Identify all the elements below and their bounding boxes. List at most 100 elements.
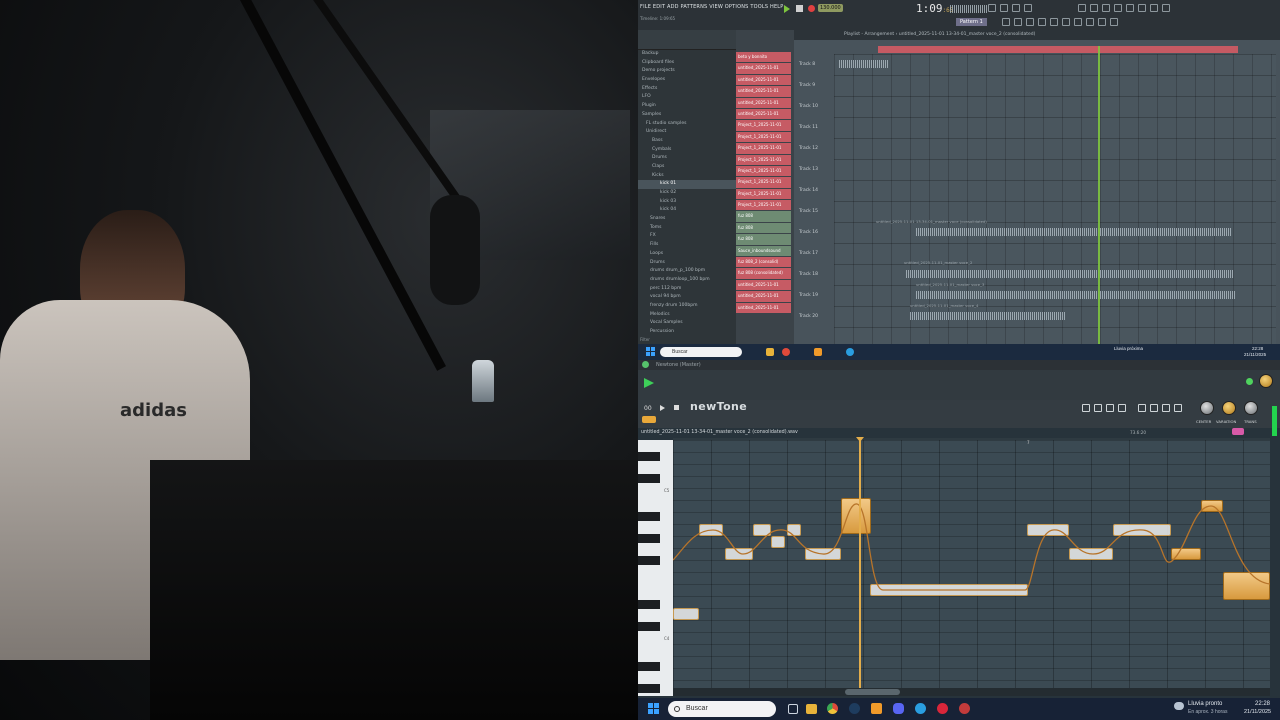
scrollbar-thumb[interactable] [845,689,900,695]
browser-item[interactable]: Drums [638,154,736,163]
piano-keyboard[interactable]: C5 C4 [638,440,673,696]
black-key[interactable] [638,622,660,631]
toolbar-icon[interactable] [1098,18,1106,26]
channel-button[interactable]: untitled_2025-11-01 [736,97,791,108]
tool-icon[interactable] [1138,404,1146,412]
browser-item[interactable]: Unidirect [638,128,736,137]
clip-waveform[interactable] [910,312,1066,320]
tool-icon[interactable] [1094,404,1102,412]
track-label[interactable]: Track 11 [794,117,834,138]
browser-item[interactable]: LFO [638,93,736,102]
toolbar-icon[interactable] [1050,18,1058,26]
tool-icon[interactable] [1106,404,1114,412]
toolbar-icon[interactable] [988,4,996,12]
pitch-editor[interactable] [673,440,1270,688]
channel-button[interactable]: Project_1_2025-11-01 [736,143,791,154]
channel-button[interactable]: fuz 808 [736,222,791,234]
browser-item[interactable]: kick 02 [638,189,736,198]
browser-item[interactable]: Cymbals [638,146,736,155]
variation-knob[interactable] [1222,401,1236,415]
black-key[interactable] [638,600,660,609]
track-label[interactable]: Track 9 [794,75,834,96]
browser-item[interactable]: Bass [638,137,736,146]
browser-item[interactable]: kick 01 [638,180,736,189]
channel-button[interactable]: untitled_2025-11-01 [736,63,791,74]
clip-waveform[interactable] [906,270,1234,278]
browser-item[interactable]: Snares [638,215,736,224]
clip-waveform[interactable] [916,291,1236,299]
toolbar-icon[interactable] [1126,4,1134,12]
track-label[interactable]: Track 15 [794,201,834,222]
track-label[interactable]: Track 20 [794,306,834,327]
browser-item[interactable]: Loops [638,250,736,259]
toolbar-icon[interactable] [1078,4,1086,12]
black-key[interactable] [638,534,660,543]
browser-item[interactable]: kick 04 [638,206,736,215]
toolbar-icon[interactable] [1110,18,1118,26]
chrome-icon[interactable] [827,703,838,714]
fl-studio-icon[interactable] [871,703,882,714]
weather-widget[interactable]: Lluvia pronto [1188,701,1222,707]
play-button[interactable] [660,405,665,411]
toolbar-icon[interactable] [1002,18,1010,26]
tool-icon[interactable] [1150,404,1158,412]
channel-button[interactable]: untitled_2025-11-01 [736,302,791,313]
record-button[interactable] [808,5,815,12]
pink-button[interactable] [1232,428,1244,435]
browser-item[interactable]: Melodics [638,311,736,320]
track-label[interactable]: Track 18 [794,264,834,285]
track-label[interactable]: Track 10 [794,96,834,117]
channel-button[interactable]: fuz 808_2 (consolid) [736,257,791,268]
app-icon[interactable] [959,703,970,714]
tool-icon[interactable] [1082,404,1090,412]
tray-date[interactable]: 21/11/2025 [1244,352,1266,357]
browser-item[interactable]: Toms [638,224,736,233]
toolbar-icon[interactable] [1114,4,1122,12]
transport-icon[interactable]: 00 [644,405,652,412]
channel-button[interactable]: fuz 808 (consolidated) [736,268,791,279]
mode-chip[interactable] [642,416,656,423]
opera-icon[interactable] [937,703,948,714]
weather-widget[interactable]: Lluvia próxima [1114,346,1143,351]
track-label[interactable]: Track 19 [794,285,834,306]
windows-start-icon[interactable] [646,347,656,357]
taskbar-search[interactable]: Buscar [668,701,776,717]
playlist-ruler[interactable] [878,46,1238,53]
browser-item[interactable]: Claps [638,163,736,172]
channel-button[interactable]: Project_1_2025-11-01 [736,177,791,188]
tray-clock[interactable]: 22:28 [1255,701,1270,707]
file-explorer-icon[interactable] [806,704,817,714]
toolbar-icon[interactable] [1074,18,1082,26]
track-label[interactable]: Track 8 [794,54,834,75]
tool-icon[interactable] [1162,404,1170,412]
windows-start-icon[interactable] [648,703,660,715]
channel-button[interactable]: untitled_2025-11-01 [736,74,791,86]
toolbar-icon[interactable] [1062,18,1070,26]
clip-waveform[interactable] [916,228,1232,236]
channel-button[interactable]: untitled_2025-11-01 [736,291,791,302]
browser-item[interactable]: FL studio samples [638,120,736,129]
browser-item[interactable]: Plugin [638,102,736,111]
track-label[interactable]: Track 17 [794,243,834,264]
channel-button[interactable]: beto y bonnito [736,52,791,63]
channel-button[interactable]: Sauce_inboundsound [736,245,791,257]
browser-item[interactable]: perc 112 bpm [638,285,736,294]
toolbar-icon[interactable] [1150,4,1158,12]
power-indicator[interactable] [1246,378,1253,385]
tool-icon[interactable] [1118,404,1126,412]
steam-icon[interactable] [849,703,860,714]
browser-item[interactable]: Clipboard files [638,59,736,68]
edge-icon[interactable] [846,348,854,356]
channel-button[interactable]: Project_1_2025-11-01 [736,120,791,131]
tray-clock[interactable]: 22:28 [1252,346,1263,351]
channel-button[interactable]: untitled_2025-11-01 [736,86,791,97]
track-label[interactable]: Track 16 [794,222,834,243]
browser-item[interactable]: drums drum_p_100 bpm [638,267,736,276]
browser-item[interactable]: drums drumloop_100 bpm [638,276,736,285]
browser-item[interactable]: Percussion [638,328,736,337]
channel-button[interactable]: untitled_2025-11-01 [736,279,791,291]
newtone-playhead[interactable] [859,440,861,690]
channel-button[interactable]: Project_1_2025-11-01 [736,200,791,211]
black-key[interactable] [638,512,660,521]
file-explorer-icon[interactable] [766,348,774,356]
